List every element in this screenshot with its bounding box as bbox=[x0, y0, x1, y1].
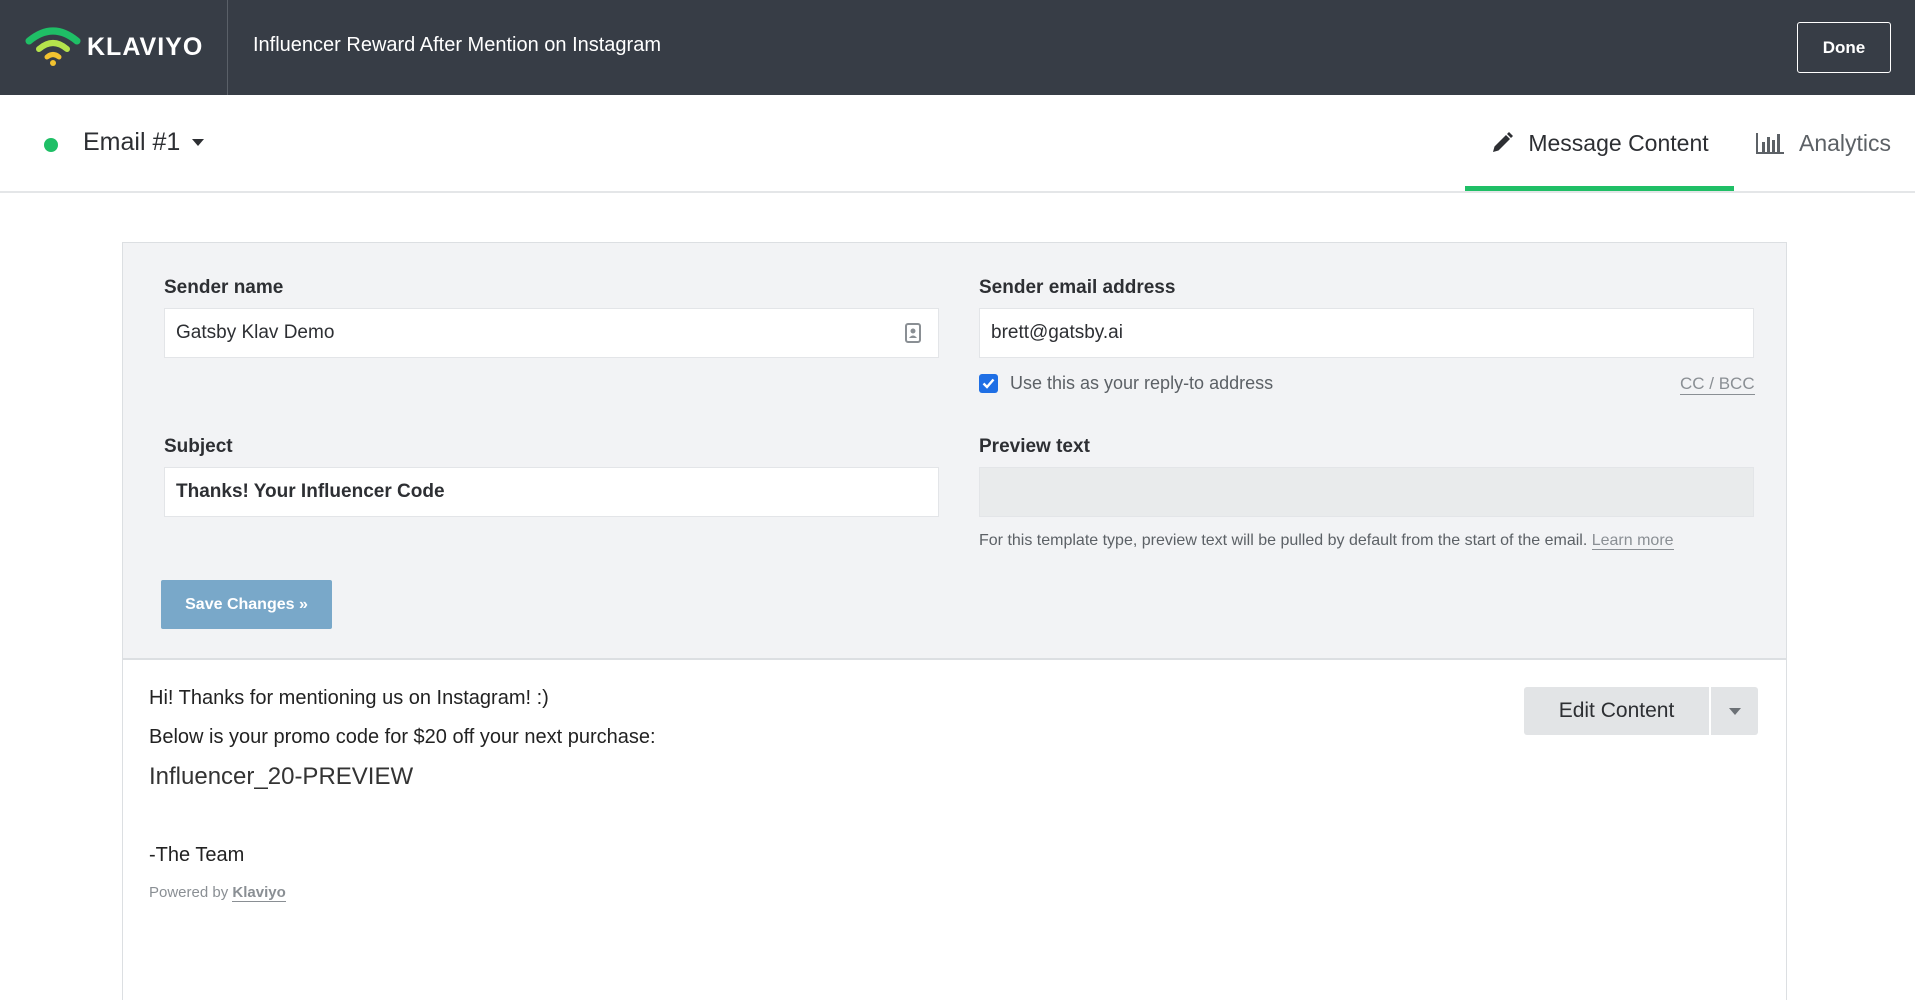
preview-text-input bbox=[979, 467, 1754, 517]
preview-promo-line: Below is your promo code for $20 off you… bbox=[149, 726, 656, 748]
klaviyo-logo[interactable]: KLAVIYO bbox=[25, 27, 203, 67]
preview-signoff: -The Team bbox=[149, 844, 245, 866]
edit-content-group: Edit Content bbox=[1524, 687, 1758, 735]
status-dot bbox=[44, 138, 58, 152]
topbar-divider bbox=[227, 0, 228, 95]
cc-bcc-link[interactable]: CC / BCC bbox=[1680, 374, 1755, 395]
sender-name-value: Gatsby Klav Demo bbox=[176, 322, 335, 343]
powered-by: Powered by Klaviyo bbox=[149, 884, 286, 902]
powered-by-klaviyo-link[interactable]: Klaviyo bbox=[232, 884, 286, 902]
subject-input[interactable]: Thanks! Your Influencer Code bbox=[164, 467, 939, 517]
reply-to-label[interactable]: Use this as your reply-to address bbox=[1010, 373, 1273, 394]
logo-text: KLAVIYO bbox=[87, 32, 204, 61]
save-changes-button[interactable]: Save Changes » bbox=[161, 580, 332, 629]
top-bar: KLAVIYO Influencer Reward After Mention … bbox=[0, 0, 1915, 95]
preview-help-message: For this template type, preview text wil… bbox=[979, 532, 1588, 549]
chevron-down-icon bbox=[192, 139, 205, 146]
tab-analytics[interactable]: Analytics bbox=[1755, 95, 1915, 191]
pencil-icon bbox=[1493, 132, 1514, 152]
sender-email-value: brett@gatsby.ai bbox=[991, 322, 1123, 343]
preview-promo-code: Influencer_20-PREVIEW bbox=[149, 763, 414, 790]
preview-help-text: For this template type, preview text wil… bbox=[979, 532, 1674, 550]
subject-value: Thanks! Your Influencer Code bbox=[176, 481, 445, 502]
preview-greeting: Hi! Thanks for mentioning us on Instagra… bbox=[149, 687, 549, 709]
message-header: Email #1 Message Content Analytics bbox=[0, 95, 1915, 193]
learn-more-link[interactable]: Learn more bbox=[1591, 532, 1674, 550]
email-settings-card: Sender name Gatsby Klav Demo Sender emai… bbox=[122, 242, 1787, 1000]
tab-message-content-label: Message Content bbox=[1528, 129, 1709, 156]
reply-to-checkbox[interactable] bbox=[979, 374, 998, 393]
email-selector[interactable]: Email #1 bbox=[83, 128, 205, 157]
preview-text-label: Preview text bbox=[979, 436, 1090, 457]
sender-name-label: Sender name bbox=[164, 277, 284, 298]
edit-content-dropdown[interactable] bbox=[1711, 687, 1758, 735]
contact-card-icon[interactable] bbox=[905, 323, 921, 343]
done-button[interactable]: Done bbox=[1797, 22, 1891, 73]
checkmark-icon bbox=[982, 378, 995, 389]
edit-content-button[interactable]: Edit Content bbox=[1524, 687, 1709, 735]
flow-title: Influencer Reward After Mention on Insta… bbox=[253, 34, 661, 56]
sender-email-input[interactable]: brett@gatsby.ai bbox=[979, 308, 1754, 358]
sender-email-label: Sender email address bbox=[979, 277, 1176, 298]
email-settings-form: Sender name Gatsby Klav Demo Sender emai… bbox=[123, 243, 1786, 660]
email-name: Email #1 bbox=[83, 128, 181, 156]
klaviyo-wifi-icon bbox=[25, 27, 81, 66]
tab-message-content[interactable]: Message Content bbox=[1465, 95, 1734, 191]
sender-name-input[interactable]: Gatsby Klav Demo bbox=[164, 308, 939, 358]
bar-chart-icon bbox=[1756, 133, 1784, 154]
powered-by-text: Powered by bbox=[149, 884, 229, 901]
subject-label: Subject bbox=[164, 436, 233, 457]
tab-analytics-label: Analytics bbox=[1799, 129, 1892, 156]
email-preview: Hi! Thanks for mentioning us on Instagra… bbox=[123, 662, 1786, 1000]
chevron-down-icon bbox=[1728, 707, 1741, 715]
active-tab-indicator bbox=[1465, 186, 1734, 191]
